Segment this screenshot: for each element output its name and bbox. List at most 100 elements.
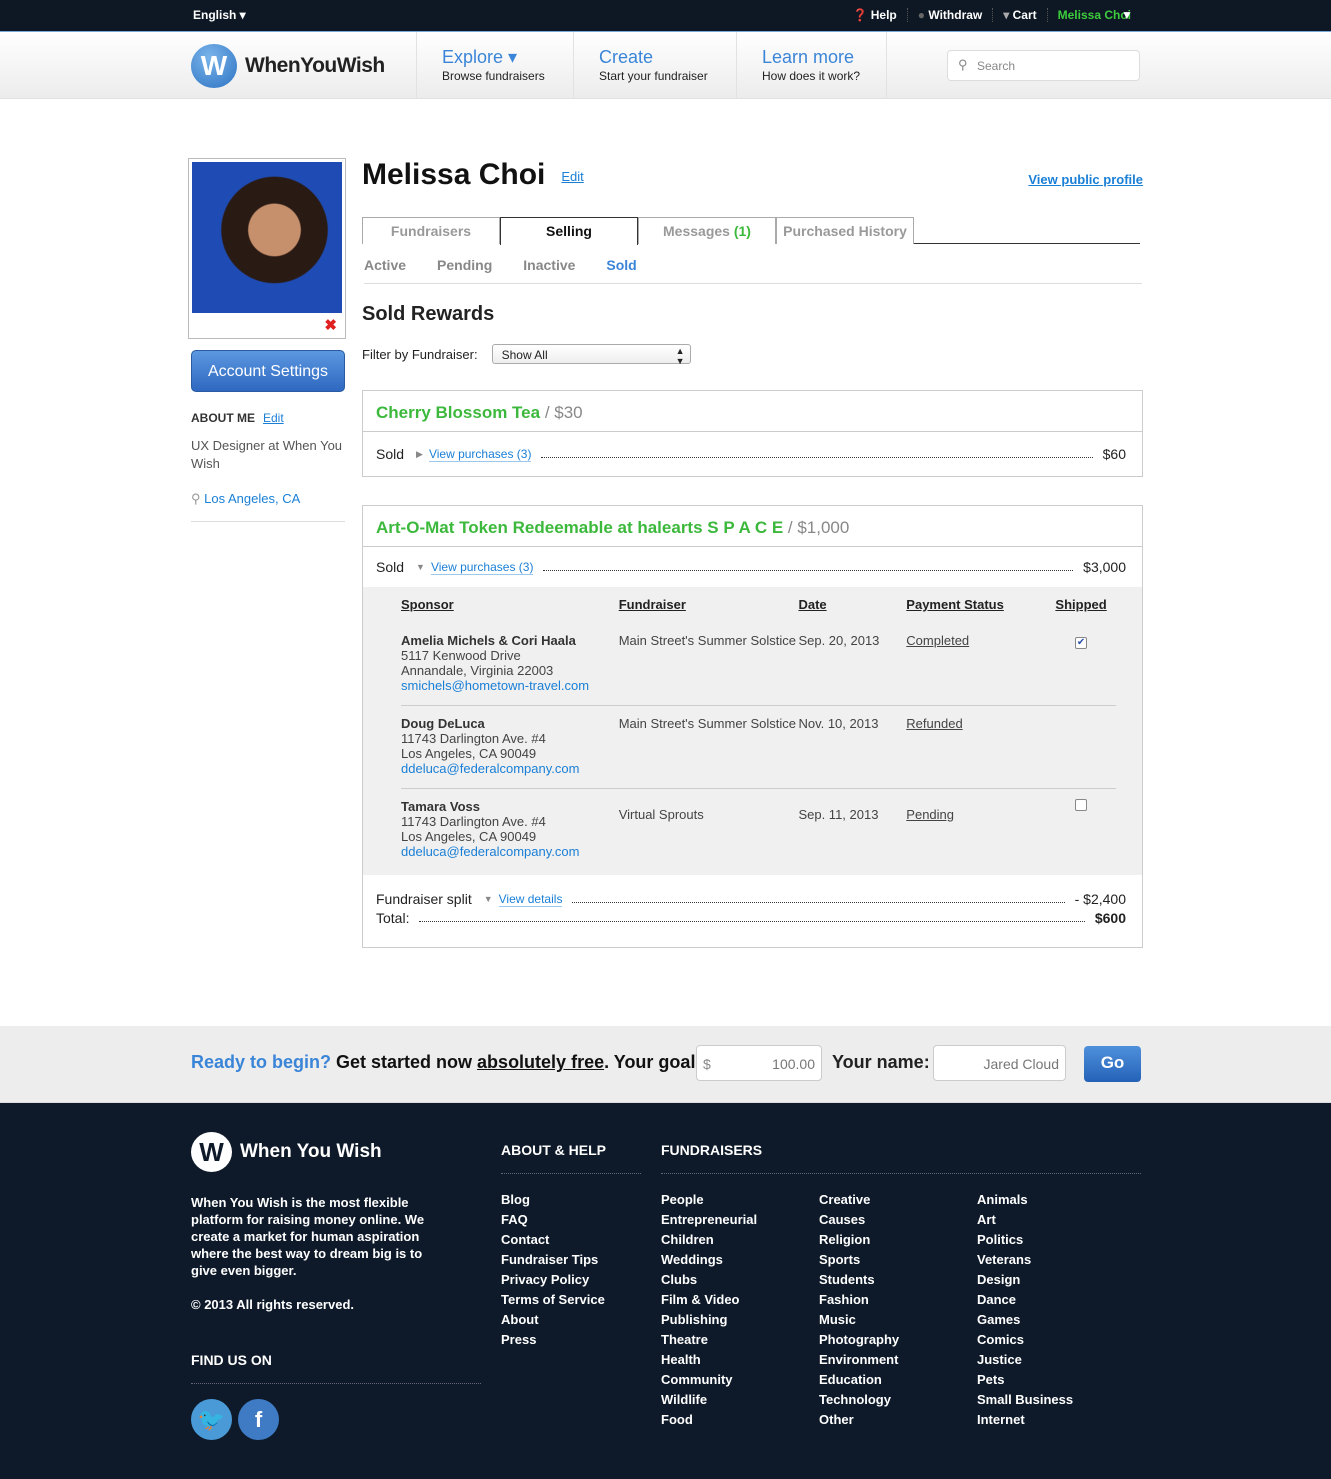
footer-link[interactable]: Games — [977, 1310, 1073, 1330]
footer-link[interactable]: Photography — [819, 1330, 899, 1350]
subtab-pending[interactable]: Pending — [437, 257, 492, 273]
withdraw-link[interactable]: ● Withdraw — [918, 8, 982, 22]
facebook-icon[interactable]: f — [238, 1399, 279, 1440]
footer-link[interactable]: Fundraiser Tips — [501, 1250, 605, 1270]
help-link[interactable]: ❓ Help — [852, 8, 896, 22]
tab-messages[interactable]: Messages (1) — [638, 217, 776, 244]
go-button[interactable]: Go — [1084, 1046, 1141, 1082]
nav-learn-more[interactable]: Learn more How does it work? — [736, 32, 887, 99]
shipped-checkbox[interactable]: ✔ — [1075, 637, 1088, 649]
footer-link[interactable]: Dance — [977, 1290, 1073, 1310]
footer-link[interactable]: Veterans — [977, 1250, 1073, 1270]
footer-link[interactable]: About — [501, 1310, 605, 1330]
footer-link[interactable]: Politics — [977, 1230, 1073, 1250]
view-purchases-link[interactable]: View purchases (3) — [428, 447, 532, 462]
subtab-active[interactable]: Active — [364, 257, 406, 273]
edit-name-link[interactable]: Edit — [561, 169, 583, 184]
col-date[interactable]: Date — [798, 597, 906, 623]
footer-link[interactable]: Education — [819, 1370, 899, 1390]
cart-link[interactable]: ▾ Cart — [1003, 8, 1036, 22]
footer-link[interactable]: Technology — [819, 1390, 899, 1410]
footer-link[interactable]: Environment — [819, 1350, 899, 1370]
footer-link[interactable]: Community — [661, 1370, 757, 1390]
footer-link[interactable]: Wildlife — [661, 1390, 757, 1410]
footer-link[interactable]: Terms of Service — [501, 1290, 605, 1310]
footer-link[interactable]: Internet — [977, 1410, 1073, 1430]
footer-link[interactable]: Film & Video — [661, 1290, 757, 1310]
footer-link[interactable]: Clubs — [661, 1270, 757, 1290]
footer-link[interactable]: Causes — [819, 1210, 899, 1230]
col-fundraiser[interactable]: Fundraiser — [619, 597, 799, 623]
view-details-link[interactable]: View details — [498, 892, 563, 907]
tab-purchased-history[interactable]: Purchased History — [776, 217, 914, 244]
email-link[interactable]: smichels@hometown-travel.com — [401, 678, 589, 693]
footer-link[interactable]: Small Business — [977, 1390, 1073, 1410]
cta-free-link[interactable]: absolutely free — [477, 1052, 604, 1072]
remove-photo-icon[interactable]: ✖ — [324, 316, 337, 334]
user-menu-chevron-icon[interactable]: ▼ — [1121, 8, 1133, 22]
account-settings-button[interactable]: Account Settings — [191, 350, 345, 392]
footer-link[interactable]: Press — [501, 1330, 605, 1350]
footer-link[interactable]: Publishing — [661, 1310, 757, 1330]
top-bar: English ▾ ❓ Help ● Withdraw ▾ Cart Melis… — [0, 0, 1331, 31]
footer-link[interactable]: Children — [661, 1230, 757, 1250]
footer-link[interactable]: Students — [819, 1270, 899, 1290]
shipped-checkbox[interactable] — [1075, 799, 1088, 811]
footer-link[interactable]: Entrepreneurial — [661, 1210, 757, 1230]
email-link[interactable]: ddeluca@federalcompany.com — [401, 844, 579, 859]
twitter-icon[interactable]: 🐦 — [191, 1399, 232, 1440]
edit-about-link[interactable]: Edit — [263, 411, 284, 425]
fundraiser-filter-select[interactable]: Show All ▲ ▼ — [491, 344, 691, 366]
caret-down-icon[interactable]: ▼ — [416, 562, 425, 572]
email-link[interactable]: ddeluca@federalcompany.com — [401, 761, 579, 776]
location-link[interactable]: Los Angeles, CA — [204, 491, 300, 506]
col-sponsor[interactable]: Sponsor — [401, 597, 619, 623]
footer-link[interactable]: Design — [977, 1270, 1073, 1290]
footer-link[interactable]: Theatre — [661, 1330, 757, 1350]
goal-input[interactable]: $100.00 — [696, 1045, 822, 1081]
footer-link[interactable]: FAQ — [501, 1210, 605, 1230]
footer-link[interactable]: People — [661, 1190, 757, 1210]
footer-link[interactable]: Pets — [977, 1370, 1073, 1390]
search-icon: ⚲ — [958, 57, 968, 72]
footer-link[interactable]: Blog — [501, 1190, 605, 1210]
footer-link[interactable]: Food — [661, 1410, 757, 1430]
payment-status[interactable]: Pending — [906, 807, 954, 822]
subtab-sold[interactable]: Sold — [606, 257, 636, 273]
user-menu[interactable]: Melissa Choi — [1058, 8, 1131, 22]
footer-logo[interactable]: W When You Wish — [191, 1132, 382, 1172]
footer-link[interactable]: Weddings — [661, 1250, 757, 1270]
footer-link[interactable]: Contact — [501, 1230, 605, 1250]
view-public-profile-link[interactable]: View public profile — [1028, 172, 1143, 187]
payment-status[interactable]: Refunded — [906, 716, 962, 731]
footer-link[interactable]: Fashion — [819, 1290, 899, 1310]
footer-link[interactable]: Comics — [977, 1330, 1073, 1350]
footer-link[interactable]: Music — [819, 1310, 899, 1330]
logo[interactable]: W WhenYouWish — [191, 44, 385, 88]
tab-selling[interactable]: Selling — [500, 217, 638, 245]
tab-fundraisers[interactable]: Fundraisers — [362, 217, 500, 244]
footer-link[interactable]: Religion — [819, 1230, 899, 1250]
footer-link[interactable]: Sports — [819, 1250, 899, 1270]
col-shipped[interactable]: Shipped — [1046, 597, 1116, 623]
payment-status[interactable]: Completed — [906, 633, 969, 648]
footer-link[interactable]: Justice — [977, 1350, 1073, 1370]
cta-ready[interactable]: Ready to begin? — [191, 1052, 331, 1072]
footer-link[interactable]: Health — [661, 1350, 757, 1370]
nav-explore[interactable]: Explore ▾ Browse fundraisers — [416, 32, 573, 99]
name-input[interactable]: Jared Cloud — [933, 1045, 1066, 1081]
nav-create[interactable]: Create Start your fundraiser — [573, 32, 736, 99]
caret-right-icon[interactable]: ▶ — [416, 449, 423, 460]
view-purchases-link[interactable]: View purchases (3) — [430, 560, 534, 575]
footer-link[interactable]: Privacy Policy — [501, 1270, 605, 1290]
caret-down-icon[interactable]: ▼ — [484, 894, 493, 904]
language-selector[interactable]: English ▾ — [193, 8, 246, 22]
footer-link[interactable]: Animals — [977, 1190, 1073, 1210]
subtab-inactive[interactable]: Inactive — [523, 257, 575, 273]
footer-link[interactable]: Art — [977, 1210, 1073, 1230]
search-input[interactable]: ⚲ Search — [947, 50, 1140, 81]
footer-link[interactable]: Creative — [819, 1190, 899, 1210]
footer-link[interactable]: Other — [819, 1410, 899, 1430]
col-payment-status[interactable]: Payment Status — [906, 597, 1046, 623]
split-value: - $2,400 — [1074, 891, 1126, 907]
